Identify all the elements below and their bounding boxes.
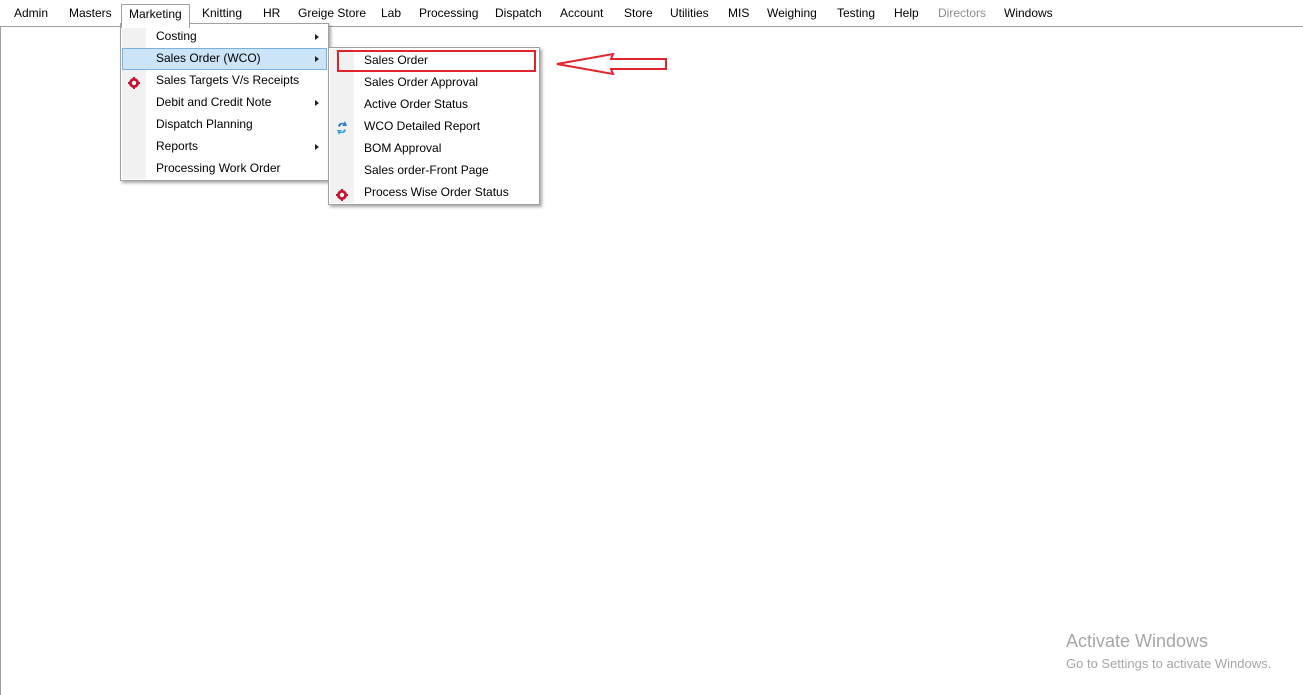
submenu-item-active-order-status[interactable]: Active Order Status	[330, 94, 538, 116]
menu-item-label: Dispatch Planning	[156, 117, 253, 131]
submenu-item-sales-order[interactable]: Sales Order	[337, 50, 536, 72]
activation-watermark-title: Activate Windows	[1066, 631, 1209, 651]
menu-account[interactable]: Account	[553, 4, 610, 24]
menu-item-label: Sales order-Front Page	[364, 163, 489, 177]
menu-knitting[interactable]: Knitting	[195, 4, 249, 24]
menu-item-sales-order-wco[interactable]: Sales Order (WCO)	[122, 48, 327, 70]
sales-order-submenu: Sales Order Sales Order Approval Active …	[328, 47, 540, 205]
menu-item-label: Processing Work Order	[156, 161, 281, 175]
app-window: Admin Masters Marketing Knitting HR Grei…	[0, 0, 1303, 695]
red-gear-icon	[336, 187, 348, 201]
menu-item-label: Costing	[156, 29, 197, 43]
menu-store[interactable]: Store	[617, 4, 660, 24]
annotation-arrow-icon	[555, 52, 669, 79]
menu-windows[interactable]: Windows	[997, 4, 1060, 24]
menu-item-label: Sales Order	[364, 53, 429, 67]
menu-testing[interactable]: Testing	[830, 4, 882, 24]
submenu-item-sales-order-front-page[interactable]: Sales order-Front Page	[330, 160, 538, 182]
menu-item-label: Debit and Credit Note	[156, 95, 272, 109]
marketing-dropdown: Costing Sales Order (WCO) Sales Targets …	[120, 23, 329, 181]
menu-lab[interactable]: Lab	[374, 4, 408, 24]
menu-admin[interactable]: Admin	[7, 4, 55, 24]
menu-item-processing-work-order[interactable]: Processing Work Order	[122, 158, 327, 180]
menu-masters[interactable]: Masters	[62, 4, 119, 24]
menu-item-label: BOM Approval	[364, 141, 442, 155]
menu-processing[interactable]: Processing	[412, 4, 485, 24]
menu-item-reports[interactable]: Reports	[122, 136, 327, 158]
menu-greige-store[interactable]: Greige Store	[291, 4, 373, 24]
menu-item-label: Sales Order (WCO)	[156, 51, 261, 65]
menu-utilities[interactable]: Utilities	[663, 4, 716, 24]
menu-item-label: Reports	[156, 139, 199, 153]
submenu-item-sales-order-approval[interactable]: Sales Order Approval	[330, 72, 538, 94]
submenu-arrow-icon	[315, 100, 319, 106]
submenu-item-bom-approval[interactable]: BOM Approval	[330, 138, 538, 160]
menu-help[interactable]: Help	[887, 4, 926, 24]
menu-directors: Directors	[938, 6, 987, 20]
menu-hr[interactable]: HR	[256, 4, 287, 24]
submenu-arrow-icon	[315, 56, 319, 62]
menu-mis[interactable]: MIS	[721, 4, 756, 24]
menu-weighing[interactable]: Weighing	[760, 4, 824, 24]
red-gear-icon	[128, 75, 140, 89]
blue-refresh-icon	[336, 121, 348, 135]
menu-item-label: WCO Detailed Report	[364, 119, 481, 133]
menu-item-sales-targets[interactable]: Sales Targets V/s Receipts	[122, 70, 327, 92]
submenu-arrow-icon	[315, 144, 319, 150]
menu-marketing[interactable]: Marketing	[121, 4, 190, 28]
submenu-arrow-icon	[315, 34, 319, 40]
menu-dispatch[interactable]: Dispatch	[488, 4, 549, 24]
submenu-item-wco-detailed-report[interactable]: WCO Detailed Report	[330, 116, 538, 138]
menu-item-label: Active Order Status	[364, 97, 469, 111]
menu-item-label: Sales Order Approval	[364, 75, 479, 89]
menu-item-debit-credit-note[interactable]: Debit and Credit Note	[122, 92, 327, 114]
menu-item-label: Process Wise Order Status	[364, 185, 509, 199]
menu-item-dispatch-planning[interactable]: Dispatch Planning	[122, 114, 327, 136]
submenu-item-process-wise-order-status[interactable]: Process Wise Order Status	[330, 182, 538, 204]
menu-item-costing[interactable]: Costing	[122, 26, 327, 48]
menu-item-label: Sales Targets V/s Receipts	[156, 73, 300, 87]
activation-watermark-subtitle: Go to Settings to activate Windows.	[1066, 656, 1272, 671]
